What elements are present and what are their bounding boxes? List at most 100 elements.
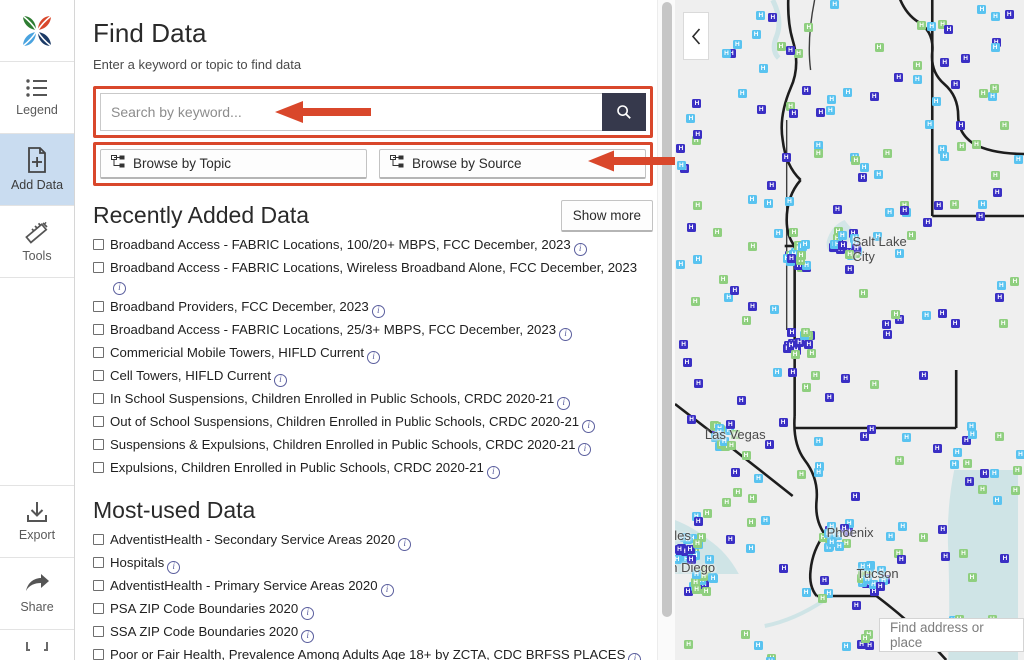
map-marker-hospital[interactable]: H [825, 106, 835, 116]
map-marker-hospital[interactable]: H [693, 130, 703, 140]
browse-by-source-button[interactable]: Browse by Source [379, 149, 646, 179]
data-item-checkbox[interactable] [93, 370, 104, 381]
map-marker-hospital[interactable]: H [804, 22, 814, 32]
map-marker-hospital[interactable]: H [789, 109, 799, 119]
map-marker-hospital[interactable]: H [906, 230, 916, 240]
map-marker-hospital[interactable]: H [778, 418, 788, 428]
data-list-item[interactable]: Suspensions & Expulsions, Children Enrol… [93, 435, 653, 458]
map-marker-hospital[interactable]: H [989, 469, 999, 479]
map-marker-hospital[interactable]: H [747, 195, 757, 205]
data-item-checkbox[interactable] [93, 534, 104, 545]
map-marker-hospital[interactable]: H [958, 548, 968, 558]
info-icon[interactable]: i [559, 328, 573, 341]
map-marker-hospital[interactable]: H [736, 396, 746, 406]
map-marker-hospital[interactable]: H [761, 516, 770, 526]
map-marker-hospital[interactable]: H [692, 584, 702, 594]
map-marker-hospital[interactable]: H [764, 440, 774, 450]
map-marker-hospital[interactable]: H [858, 288, 868, 298]
map-marker-hospital[interactable]: H [675, 554, 682, 564]
map-marker-hospital[interactable]: H [962, 459, 972, 469]
map-marker-hospital[interactable]: H [796, 470, 806, 480]
map-marker-hospital[interactable]: H [885, 207, 895, 217]
map-marker-hospital[interactable]: H [869, 379, 879, 389]
data-list-item[interactable]: Hospitals i [93, 553, 653, 576]
data-list-item[interactable]: In School Suspensions, Children Enrolled… [93, 389, 653, 412]
map-marker-hospital[interactable]: H [690, 297, 700, 307]
data-list-item[interactable]: Commericial Mobile Towers, HIFLD Current… [93, 343, 653, 366]
data-item-checkbox[interactable] [93, 462, 104, 473]
data-item-checkbox[interactable] [93, 324, 104, 335]
map-marker-hospital[interactable]: H [841, 641, 851, 651]
map-marker-hospital[interactable]: H [776, 42, 786, 52]
info-icon[interactable]: i [167, 561, 181, 574]
map-marker-hospital[interactable]: H [768, 12, 778, 22]
sidebar-item-share[interactable]: Share [0, 558, 74, 630]
map-marker-hospital[interactable]: H [676, 144, 686, 154]
map-marker-hospital[interactable]: H [781, 153, 791, 163]
map-marker-hospital[interactable]: H [801, 85, 811, 95]
map-marker-hospital[interactable]: H [1004, 9, 1014, 19]
map-marker-hospital[interactable]: H [801, 327, 811, 337]
map-marker-hospital[interactable]: H [860, 634, 870, 644]
info-icon[interactable]: i [578, 443, 592, 456]
data-list-item[interactable]: Poor or Fair Health, Prevalence Among Ad… [93, 645, 653, 660]
data-list-item[interactable]: PSA ZIP Code Boundaries 2020 i [93, 599, 653, 622]
map-marker-hospital[interactable]: H [980, 469, 990, 479]
map-marker-hospital[interactable]: H [819, 575, 829, 585]
map-marker-hospital[interactable]: H [875, 581, 885, 591]
map-marker-hospital[interactable]: H [934, 201, 944, 211]
data-item-checkbox[interactable] [93, 262, 104, 273]
sidebar-item-legend[interactable]: Legend [0, 62, 74, 134]
map-marker-hospital[interactable]: H [786, 253, 796, 263]
map-marker-hospital[interactable]: H [827, 94, 837, 104]
map-search-box[interactable]: Find address or place [879, 618, 1024, 652]
map-marker-hospital[interactable]: H [978, 199, 988, 209]
map-marker-hospital[interactable]: H [976, 211, 986, 221]
map-marker-hospital[interactable]: H [708, 573, 718, 583]
data-list-item[interactable]: AdventistHealth - Primary Service Areas … [93, 576, 653, 599]
map-marker-hospital[interactable]: H [841, 373, 851, 383]
info-icon[interactable]: i [367, 351, 381, 364]
info-icon[interactable]: i [273, 374, 287, 387]
map-marker-hospital[interactable]: H [912, 74, 922, 84]
map-marker-hospital[interactable]: H [994, 431, 1004, 441]
map-marker-hospital[interactable]: H [874, 43, 884, 53]
map-marker-hospital[interactable]: H [858, 172, 868, 182]
map-marker-hospital[interactable]: H [676, 260, 686, 270]
map-marker-hospital[interactable]: H [896, 554, 906, 564]
map-marker-hospital[interactable]: H [937, 309, 947, 319]
map-marker-hospital[interactable]: H [851, 155, 861, 165]
map-marker-hospital[interactable]: H [891, 310, 901, 320]
map-marker-hospital[interactable]: H [691, 570, 701, 580]
data-item-checkbox[interactable] [93, 649, 104, 660]
map-marker-hospital[interactable]: H [684, 640, 694, 650]
map-marker-hospital[interactable]: H [686, 113, 696, 123]
sidebar-item-add-data[interactable]: Add Data [0, 134, 74, 206]
map-marker-hospital[interactable]: H [741, 630, 751, 640]
map-marker-hospital[interactable]: H [990, 12, 1000, 22]
map-marker-hospital[interactable]: H [746, 544, 756, 554]
map-marker-hospital[interactable]: H [675, 545, 684, 555]
data-item-checkbox[interactable] [93, 439, 104, 450]
map-marker-hospital[interactable]: H [992, 187, 1002, 197]
map-marker-hospital[interactable]: H [894, 248, 904, 258]
map-marker-hospital[interactable]: H [693, 200, 703, 210]
map-marker-hospital[interactable]: H [951, 80, 961, 90]
map-marker-hospital[interactable]: H [725, 420, 735, 430]
map-marker-hospital[interactable]: H [748, 242, 758, 252]
map-marker-hospital[interactable]: H [692, 98, 702, 108]
map-marker-hospital[interactable]: H [1010, 276, 1020, 286]
map-marker-hospital[interactable]: H [874, 169, 884, 179]
map-marker-hospital[interactable]: H [726, 441, 736, 451]
map-marker-hospital[interactable]: H [961, 53, 971, 63]
search-input[interactable] [100, 93, 602, 131]
map-marker-hospital[interactable]: H [730, 285, 740, 295]
info-icon[interactable]: i [398, 538, 412, 551]
map-marker-hospital[interactable]: H [813, 437, 823, 447]
map-marker-hospital[interactable]: H [839, 523, 849, 533]
map-marker-hospital[interactable]: H [796, 251, 806, 261]
map-marker-hospital[interactable]: H [1013, 155, 1023, 165]
map-marker-hospital[interactable]: H [686, 555, 696, 565]
data-list-item[interactable]: AdventistHealth - Secondary Service Area… [93, 530, 653, 553]
map-marker-hospital[interactable]: H [1012, 465, 1022, 475]
